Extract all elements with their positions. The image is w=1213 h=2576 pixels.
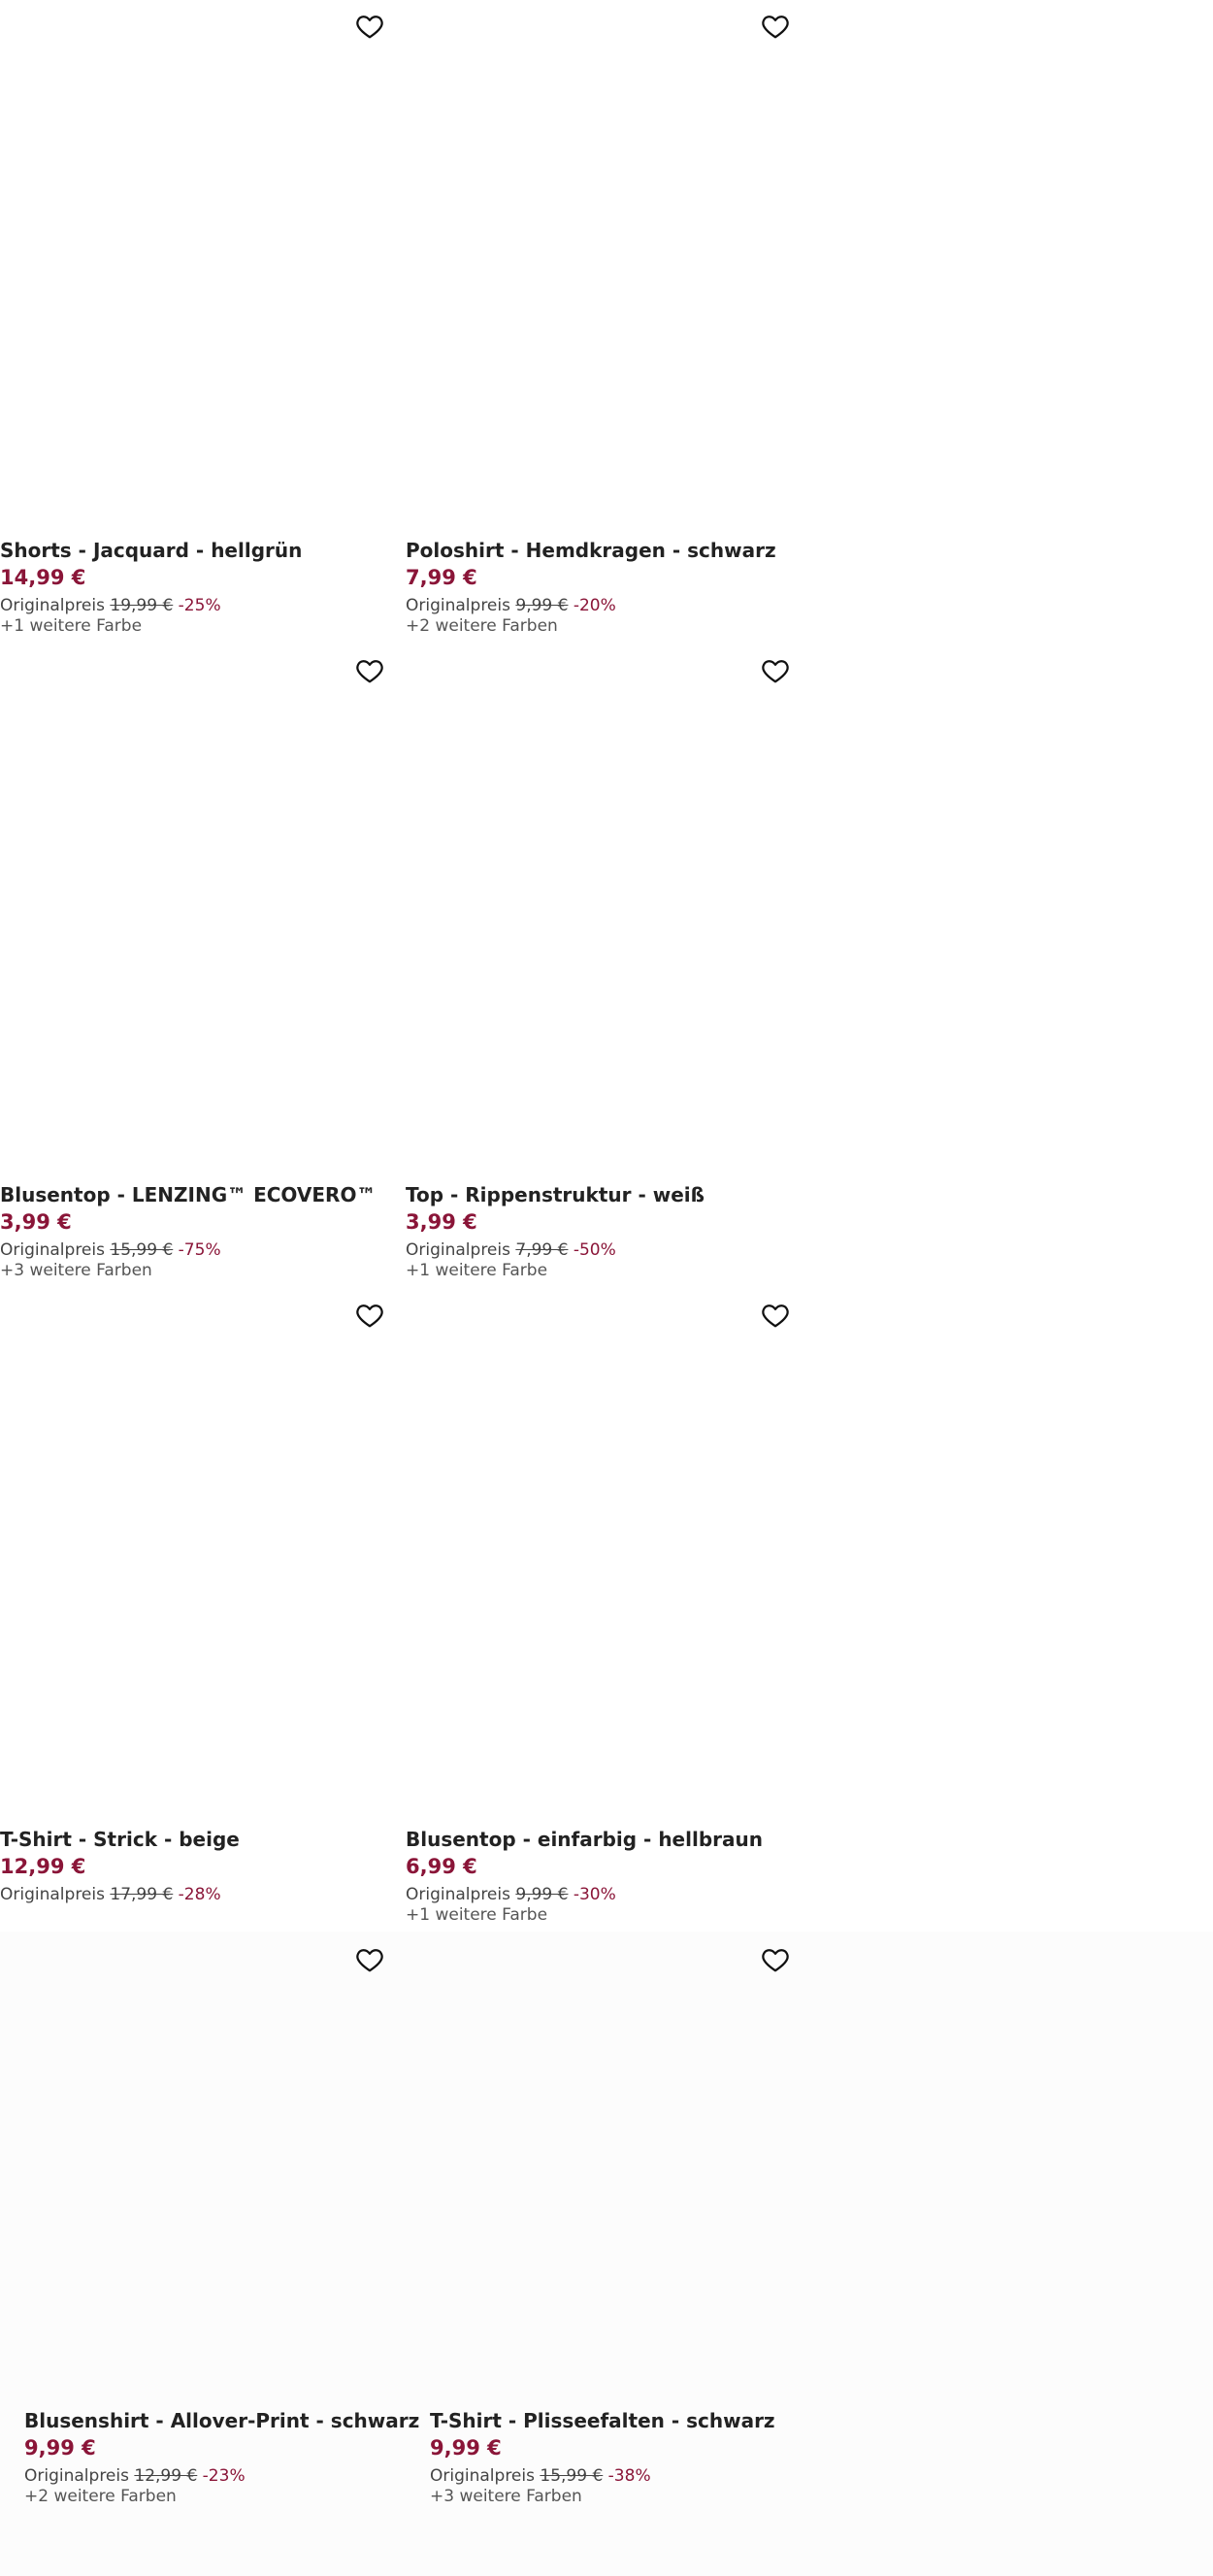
- more-colors-link[interactable]: +2 weitere Farben: [24, 2487, 422, 2507]
- product-grid-page: Shorts - Jacquard - hellgrün 14,99 € Ori…: [0, 0, 1213, 2576]
- heart-icon: [762, 660, 789, 683]
- product-price: 12,99 €: [0, 1855, 86, 1878]
- more-colors-link[interactable]: +1 weitere Farbe: [406, 1261, 803, 1281]
- product-info: Top - Rippenstruktur - weiß 3,99 € Origi…: [406, 1183, 803, 1281]
- product-image[interactable]: [406, 644, 803, 1176]
- product-price: 9,99 €: [24, 2436, 96, 2460]
- original-price: 7,99 €: [515, 1240, 569, 1260]
- more-colors-link[interactable]: +1 weitere Farbe: [406, 1905, 803, 1926]
- discount-badge: -30%: [573, 1885, 616, 1904]
- original-price-line: Originalpreis 7,99 € -50%: [406, 1240, 803, 1261]
- discount-badge: -50%: [573, 1240, 616, 1260]
- product-image[interactable]: [430, 1933, 828, 2465]
- original-price: 15,99 €: [540, 2466, 604, 2486]
- product-price: 14,99 €: [0, 566, 86, 589]
- product-price: 3,99 €: [406, 1210, 477, 1234]
- discount-badge: -23%: [202, 2466, 246, 2486]
- original-price-line: Originalpreis 12,99 € -23%: [24, 2466, 422, 2487]
- product-title[interactable]: Top - Rippenstruktur - weiß: [406, 1183, 803, 1206]
- product-image[interactable]: [0, 0, 398, 532]
- discount-badge: -28%: [178, 1885, 221, 1904]
- heart-icon: [762, 16, 789, 39]
- favorite-button[interactable]: [353, 654, 386, 687]
- original-price-label: Originalpreis: [0, 1240, 105, 1260]
- product-price: 3,99 €: [0, 1210, 72, 1234]
- heart-icon: [356, 1949, 383, 1972]
- original-price: 19,99 €: [110, 596, 174, 615]
- discount-badge: -25%: [178, 596, 221, 615]
- product-title[interactable]: Poloshirt - Hemdkragen - schwarz: [406, 539, 803, 562]
- product-info: Blusentop - LENZING™ ECOVERO™ 3,99 € Ori…: [0, 1183, 398, 1281]
- product-image[interactable]: [0, 1289, 398, 1821]
- original-price: 9,99 €: [515, 596, 569, 615]
- product-image[interactable]: [406, 0, 803, 532]
- favorite-button[interactable]: [759, 1299, 792, 1332]
- original-price-label: Originalpreis: [406, 1885, 510, 1904]
- heart-icon: [356, 660, 383, 683]
- original-price-line: Originalpreis 15,99 € -38%: [430, 2466, 828, 2487]
- product-title[interactable]: Blusentop - einfarbig - hellbraun: [406, 1828, 803, 1851]
- product-info: Poloshirt - Hemdkragen - schwarz 7,99 € …: [406, 539, 803, 637]
- original-price-line: Originalpreis 17,99 € -28%: [0, 1885, 398, 1905]
- original-price-line: Originalpreis 9,99 € -30%: [406, 1885, 803, 1905]
- original-price: 9,99 €: [515, 1885, 569, 1904]
- heart-icon: [762, 1949, 789, 1972]
- product-info: T-Shirt - Plisseefalten - schwarz 9,99 €…: [430, 2409, 828, 2507]
- product-info: Blusenshirt - Allover-Print - schwarz 9,…: [24, 2409, 422, 2507]
- original-price-label: Originalpreis: [430, 2466, 535, 2486]
- favorite-button[interactable]: [353, 1943, 386, 1976]
- product-title[interactable]: T-Shirt - Plisseefalten - schwarz: [430, 2409, 828, 2432]
- original-price: 12,99 €: [134, 2466, 198, 2486]
- more-colors-link[interactable]: +3 weitere Farben: [430, 2487, 828, 2507]
- product-info: Blusentop - einfarbig - hellbraun 6,99 €…: [406, 1828, 803, 1926]
- product-title[interactable]: Shorts - Jacquard - hellgrün: [0, 539, 398, 562]
- heart-icon: [356, 1305, 383, 1328]
- favorite-button[interactable]: [759, 1943, 792, 1976]
- original-price-line: Originalpreis 15,99 € -75%: [0, 1240, 398, 1261]
- original-price-label: Originalpreis: [0, 1885, 105, 1904]
- original-price: 15,99 €: [110, 1240, 174, 1260]
- favorite-button[interactable]: [759, 654, 792, 687]
- original-price-line: Originalpreis 9,99 € -20%: [406, 596, 803, 616]
- heart-icon: [356, 16, 383, 39]
- favorite-button[interactable]: [353, 1299, 386, 1332]
- favorite-button[interactable]: [353, 10, 386, 43]
- original-price-label: Originalpreis: [406, 596, 510, 615]
- original-price-label: Originalpreis: [406, 1240, 510, 1260]
- heart-icon: [762, 1305, 789, 1328]
- more-colors-link[interactable]: +3 weitere Farben: [0, 1261, 398, 1281]
- product-title[interactable]: T-Shirt - Strick - beige: [0, 1828, 398, 1851]
- product-price: 9,99 €: [430, 2436, 502, 2460]
- original-price-label: Originalpreis: [24, 2466, 129, 2486]
- original-price-line: Originalpreis 19,99 € -25%: [0, 596, 398, 616]
- product-image[interactable]: [24, 1933, 422, 2465]
- original-price: 17,99 €: [110, 1885, 174, 1904]
- original-price-label: Originalpreis: [0, 596, 105, 615]
- more-colors-link[interactable]: +2 weitere Farben: [406, 616, 803, 637]
- discount-badge: -20%: [573, 596, 616, 615]
- product-price: 7,99 €: [406, 566, 477, 589]
- product-image[interactable]: [0, 644, 398, 1176]
- product-image[interactable]: [406, 1289, 803, 1821]
- product-title[interactable]: Blusenshirt - Allover-Print - schwarz: [24, 2409, 422, 2432]
- discount-badge: -38%: [607, 2466, 651, 2486]
- product-info: Shorts - Jacquard - hellgrün 14,99 € Ori…: [0, 539, 398, 637]
- product-price: 6,99 €: [406, 1855, 477, 1878]
- more-colors-link[interactable]: +1 weitere Farbe: [0, 616, 398, 637]
- product-info: T-Shirt - Strick - beige 12,99 € Origina…: [0, 1828, 398, 1905]
- product-title[interactable]: Blusentop - LENZING™ ECOVERO™: [0, 1183, 398, 1206]
- discount-badge: -75%: [178, 1240, 221, 1260]
- favorite-button[interactable]: [759, 10, 792, 43]
